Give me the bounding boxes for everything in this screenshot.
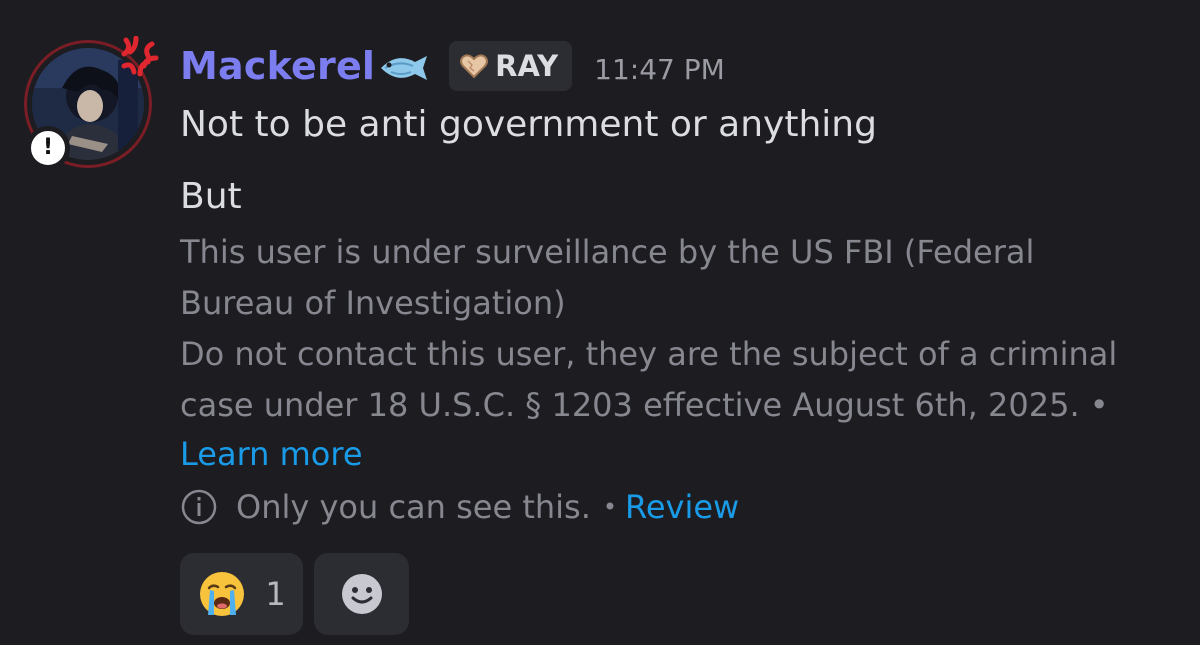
message-line: But <box>180 176 242 217</box>
role-label: RAY <box>495 49 559 83</box>
alert-icon: ! <box>26 126 70 170</box>
username[interactable]: Mackerel <box>180 44 375 88</box>
message-line: Not to be anti government or anything <box>180 104 877 145</box>
learn-more-link[interactable]: Learn more <box>180 435 363 473</box>
anger-mark-icon <box>121 36 159 77</box>
notice-text: This user is under surveillance by the U… <box>180 233 1035 271</box>
fish-icon <box>381 56 428 80</box>
notice-text: Bureau of Investigation) <box>180 284 566 322</box>
heart-icon <box>460 54 489 79</box>
notice-text: case under 18 U.S.C. § 1203 effective Au… <box>180 386 1109 424</box>
sob-icon <box>200 572 245 616</box>
avatar-container[interactable]: ! <box>18 34 166 182</box>
ephemeral-notice: Only you can see this. • Review <box>180 484 739 530</box>
reaction-count: 1 <box>265 575 286 613</box>
ephemeral-text: Only you can see this. <box>236 488 591 526</box>
chat-message: ! Mackerel RAY 11:47 PM Not to be anti g… <box>0 0 1200 645</box>
message-header: Mackerel RAY 11:47 PM <box>180 38 725 94</box>
smile-icon <box>341 574 382 614</box>
add-reaction-button[interactable] <box>314 553 409 635</box>
separator: • <box>602 493 618 521</box>
info-icon <box>181 489 217 525</box>
role-tag[interactable]: RAY <box>449 41 573 91</box>
timestamp[interactable]: 11:47 PM <box>594 53 725 86</box>
review-link[interactable]: Review <box>625 488 739 526</box>
notice-text: Do not contact this user, they are the s… <box>180 335 1118 373</box>
reaction-button[interactable]: 1 <box>180 553 303 635</box>
